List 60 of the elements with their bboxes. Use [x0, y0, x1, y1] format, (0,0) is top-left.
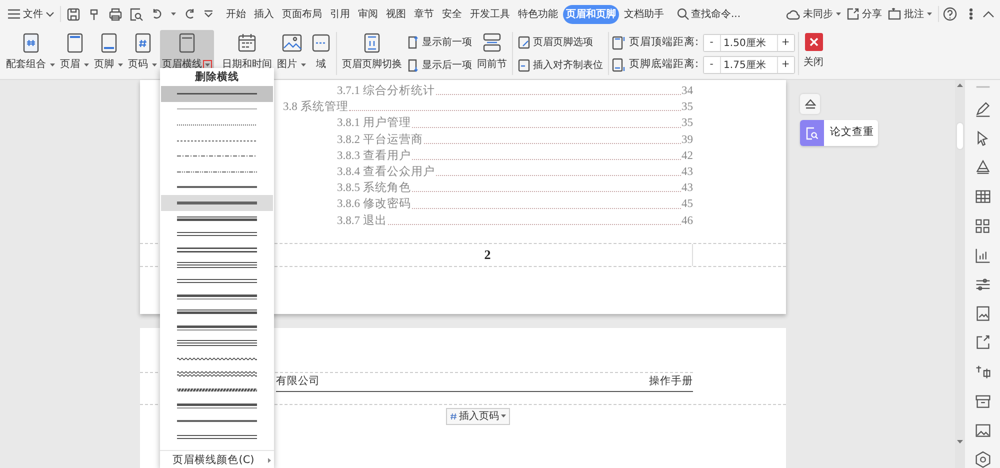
ribbon-tab[interactable]: 章节	[411, 4, 437, 24]
toc-entry: 3.8.7 退出	[337, 214, 387, 229]
ribbon-button[interactable]: 插入对齐制表位	[516, 56, 605, 74]
toc-entry: 3.7.1 综合分析统计	[337, 84, 435, 99]
distance-label: 页眉顶端距离:	[629, 34, 699, 50]
ribbon-button[interactable]: 页眉页脚选项	[516, 34, 605, 50]
ribbon-tab[interactable]: 开始	[223, 4, 249, 24]
ribbon-button[interactable]: 页码	[126, 30, 159, 77]
menu-item[interactable]: 页眉横线颜色(C)	[160, 450, 274, 468]
ribbon-tab[interactable]: 开发工具	[467, 4, 513, 24]
toc-entry: 3.8.1 用户管理	[337, 115, 411, 132]
toc-entry: 3.8.4 查看公众用户	[337, 164, 435, 180]
distance-field[interactable]: 1.75厘米	[720, 56, 778, 72]
distance-field[interactable]: 1.50厘米	[720, 34, 778, 50]
toc-entry: 3.8.2 平台运营商	[337, 132, 423, 148]
ribbon-button[interactable]: 页眉	[58, 30, 91, 77]
header-text: 操作手册	[649, 374, 693, 389]
toc-entry: 3.8.5 系统角色	[337, 180, 411, 196]
toc-page-number: 35	[682, 116, 693, 132]
ribbon-tab[interactable]: 引用	[327, 4, 353, 24]
toc-page-number: 39	[682, 132, 693, 148]
ribbon-tab[interactable]: 文档助手	[621, 4, 667, 24]
ribbon-button[interactable]: 域	[309, 30, 333, 77]
toc-entry: 3.8 系统管理	[283, 99, 348, 116]
file-menu[interactable]: 文件	[6, 4, 56, 24]
toc-page-number: 43	[682, 181, 693, 196]
distance-spinner[interactable]: - 1.75厘米 +	[702, 56, 795, 74]
ribbon-tab[interactable]: 视图	[383, 4, 409, 24]
ribbon-button[interactable]: 配套组合	[4, 30, 57, 77]
distance-spinner[interactable]: - 1.50厘米 +	[702, 34, 795, 52]
ribbon-tab[interactable]: 页面布局	[279, 4, 325, 24]
ribbon-button[interactable]: 页眉页脚切换	[340, 30, 404, 77]
toc-page-number: 45	[682, 197, 693, 212]
search-field[interactable]: 查找命令...	[691, 6, 753, 22]
ribbon-button[interactable]: 图片	[275, 30, 308, 77]
comment-button[interactable]: 批注	[886, 4, 934, 24]
toc-entry: 3.8.3 查看用户	[337, 148, 411, 164]
ribbon-button[interactable]: 同前节	[475, 30, 509, 77]
header-text: 有限公司	[276, 374, 320, 389]
menu-item[interactable]: 删除横线	[160, 69, 274, 86]
ribbon-button[interactable]: 页脚	[92, 30, 125, 77]
ribbon-button[interactable]: 显示后一项	[405, 56, 474, 74]
share-button[interactable]: 分享	[845, 4, 884, 24]
ribbon-button[interactable]: 显示前一项	[405, 34, 474, 50]
distance-label: 页脚底端距离:	[629, 56, 699, 72]
toc-page-number: 34	[682, 84, 693, 99]
toc-page-number: 35	[682, 100, 693, 116]
toc-page-number: 46	[682, 214, 693, 229]
toc-page-number: 42	[682, 148, 693, 164]
toc-entry: 3.8.6 修改密码	[337, 196, 411, 212]
sync-button[interactable]: 未同步	[784, 4, 843, 24]
page-number: 2	[484, 246, 491, 264]
insert-page-number-button[interactable]: 插入页码	[446, 408, 510, 425]
toc-page-number: 43	[682, 165, 693, 180]
close-button[interactable]: 关闭	[802, 30, 826, 77]
ribbon-tab[interactable]: 审阅	[355, 4, 381, 24]
panel-item[interactable]: 论文查重	[800, 120, 878, 146]
ribbon-tab[interactable]: 特色功能	[515, 4, 561, 24]
ribbon-tab[interactable]: 安全	[439, 4, 465, 24]
ribbon-tab[interactable]: 插入	[251, 4, 277, 24]
